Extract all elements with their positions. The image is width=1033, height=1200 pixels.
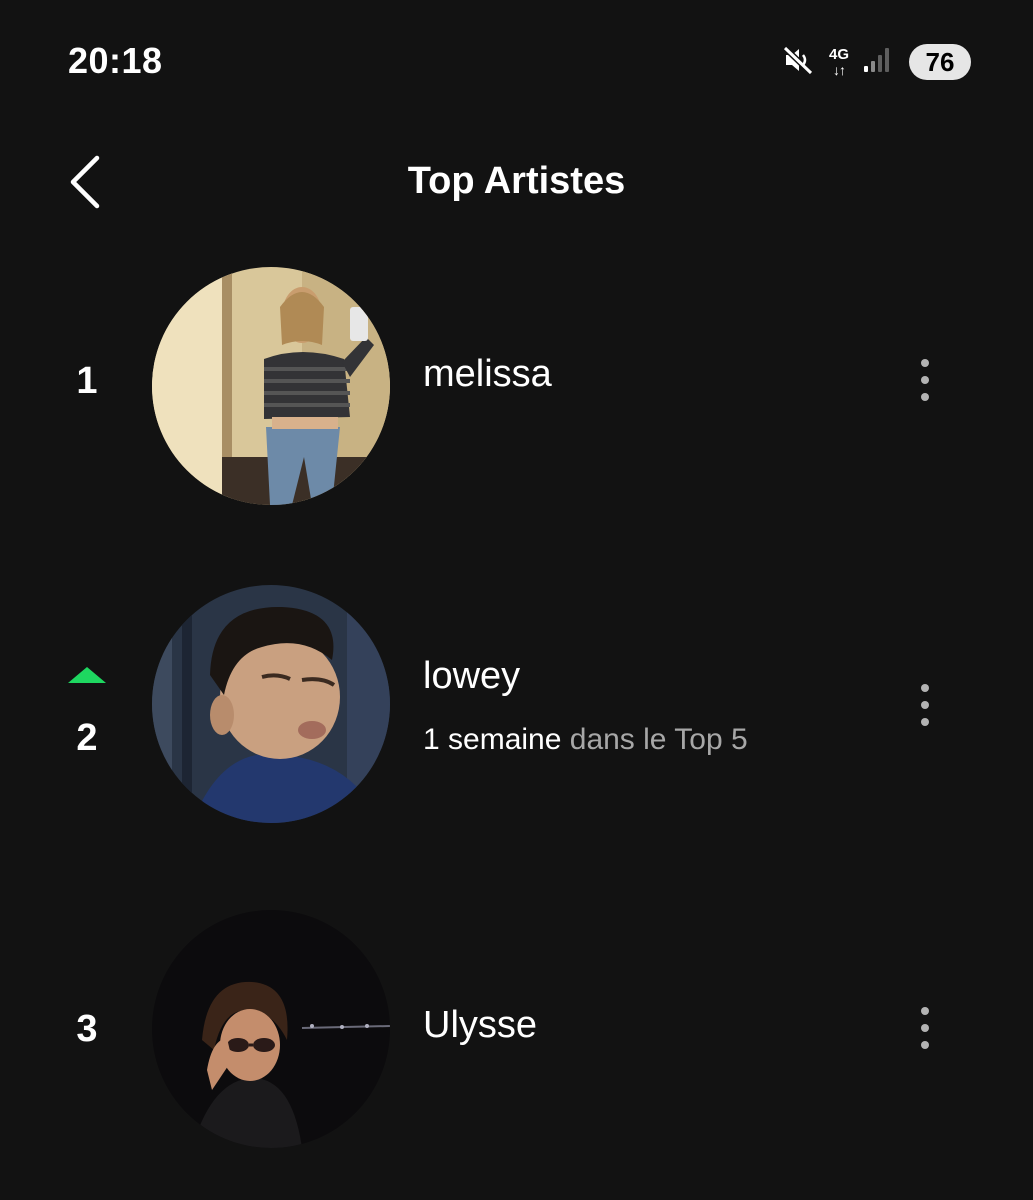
more-options-button[interactable] (905, 675, 945, 735)
battery-level: 76 (925, 46, 955, 77)
artist-name: melissa (423, 353, 552, 395)
more-dot (921, 359, 929, 367)
artist-name: lowey (423, 655, 521, 697)
status-bar: 20:18 4G ↓↑ 76 (0, 0, 1033, 110)
streak-duration: 1 semaine (423, 723, 562, 756)
more-dot (921, 1007, 929, 1015)
artist-top-streak: 1 semaine dans le Top 5 (423, 723, 748, 757)
artist-rank: 1 (76, 360, 98, 402)
more-dot (921, 718, 929, 726)
status-icons: 4G ↓↑ 76 (781, 42, 971, 82)
more-dot (921, 1024, 929, 1032)
artist-row[interactable]: 1 melissa (0, 265, 1033, 505)
more-dot (921, 1041, 929, 1049)
page-header: Top Artistes (0, 140, 1033, 230)
artist-avatar (152, 267, 390, 505)
more-options-button[interactable] (905, 350, 945, 410)
more-options-button[interactable] (905, 998, 945, 1058)
artist-row[interactable]: 3 Ulysse (0, 908, 1033, 1148)
artist-avatar (152, 910, 390, 1148)
artist-avatar (152, 585, 390, 823)
trend-up-icon (68, 667, 106, 683)
artist-rank: 3 (76, 1008, 98, 1050)
artist-rank: 2 (76, 717, 98, 759)
status-time: 20:18 (68, 40, 163, 81)
artist-name: Ulysse (423, 1004, 538, 1046)
mute-icon (781, 43, 815, 82)
more-dot (921, 684, 929, 692)
page-title: Top Artistes (407, 160, 626, 202)
more-dot (921, 393, 929, 401)
streak-description: dans le Top 5 (561, 723, 748, 756)
artist-row[interactable]: 2 lowey 1 semaine dans le Top 5 (0, 585, 1033, 825)
signal-bars-icon (863, 46, 891, 79)
battery-icon: 76 (909, 44, 971, 80)
network-4g-icon: 4G ↓↑ (829, 47, 849, 77)
network-arrows: ↓↑ (832, 62, 846, 78)
more-dot (921, 701, 929, 709)
more-dot (921, 376, 929, 384)
network-type-label: 4G (828, 46, 849, 63)
